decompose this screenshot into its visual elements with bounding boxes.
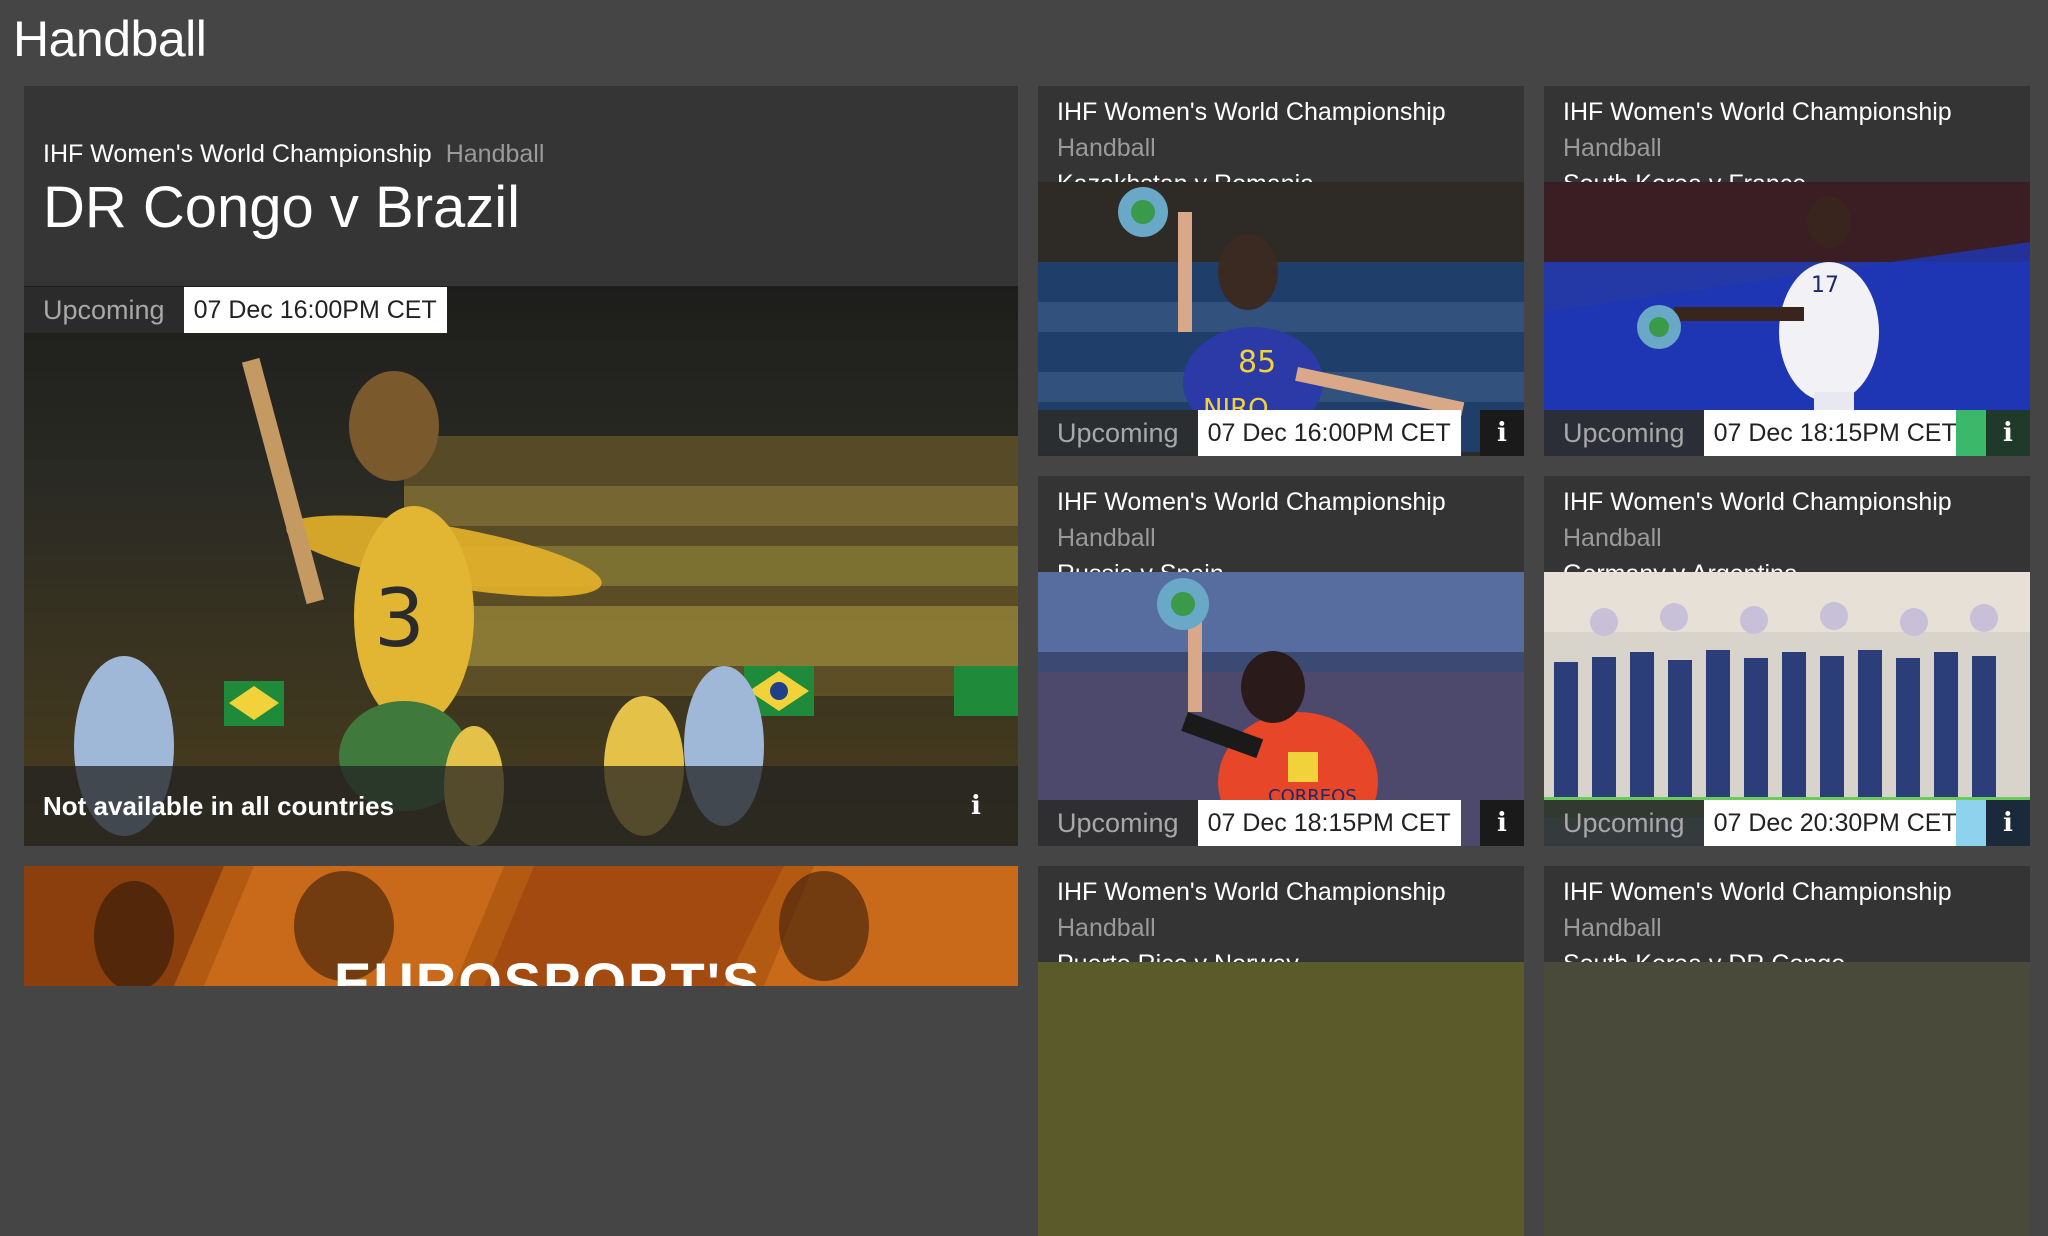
card-time: 07 Dec 18:15PM CET: [1703, 410, 1967, 456]
event-card[interactable]: IHF Women's World Championship Handball …: [1544, 476, 2030, 846]
featured-league: IHF Women's World Championship Handball: [43, 140, 544, 169]
promo-banner[interactable]: EUROSPORT'S: [24, 866, 1018, 986]
card-sport: Handball: [1563, 914, 1662, 942]
svg-text:17: 17: [1811, 273, 1839, 298]
accent-strip: [1956, 800, 1986, 846]
info-icon[interactable]: i: [1480, 800, 1524, 846]
card-league: IHF Women's World Championship: [1057, 878, 1446, 906]
event-image: [1544, 962, 2030, 1236]
event-card[interactable]: IHF Women's World Championship Handball …: [1038, 866, 1524, 1236]
card-sport: Handball: [1057, 524, 1156, 552]
featured-status-row: Upcoming 07 Dec 16:00PM CET: [24, 287, 447, 333]
featured-event-card[interactable]: IHF Women's World Championship Handball D…: [24, 86, 1018, 846]
card-league: IHF Women's World Championship: [1563, 878, 1952, 906]
card-status: Upcoming: [1544, 410, 1704, 456]
event-card[interactable]: IHF Women's World Championship Handball …: [1038, 476, 1524, 846]
card-time: 07 Dec 18:15PM CET: [1197, 800, 1461, 846]
page-title: Handball: [13, 11, 207, 67]
info-icon[interactable]: i: [1986, 800, 2030, 846]
card-sport: Handball: [1563, 134, 1662, 162]
featured-availability-bar: Not available in all countries i: [24, 766, 1018, 846]
card-status: Upcoming: [1544, 800, 1704, 846]
promo-text: EUROSPORT'S: [334, 951, 762, 986]
event-card[interactable]: IHF Women's World Championship Handball …: [1544, 866, 2030, 1236]
event-image: [1038, 962, 1524, 1236]
card-league: IHF Women's World Championship: [1057, 488, 1446, 516]
svg-text:85: 85: [1238, 345, 1276, 380]
featured-league-name: IHF Women's World Championship: [43, 140, 432, 168]
featured-event-image: 3: [24, 286, 1018, 846]
info-icon[interactable]: i: [1986, 410, 2030, 456]
featured-sport: Handball: [445, 140, 545, 168]
featured-status: Upcoming: [24, 287, 184, 333]
info-icon[interactable]: i: [1480, 410, 1524, 456]
event-card[interactable]: IHF Women's World Championship Handball …: [1544, 86, 2030, 456]
accent-strip: [1956, 410, 1986, 456]
card-status-row: Upcoming 07 Dec 18:15PM CET: [1038, 800, 1524, 846]
svg-text:3: 3: [374, 572, 425, 665]
card-sport: Handball: [1563, 524, 1662, 552]
card-sport: Handball: [1057, 134, 1156, 162]
card-league: IHF Women's World Championship: [1563, 488, 1952, 516]
card-status-row: Upcoming 07 Dec 16:00PM CET: [1038, 410, 1524, 456]
card-time: 07 Dec 16:00PM CET: [1197, 410, 1461, 456]
card-league: IHF Women's World Championship: [1563, 98, 1952, 126]
card-league: IHF Women's World Championship: [1057, 98, 1446, 126]
card-sport: Handball: [1057, 914, 1156, 942]
info-icon[interactable]: i: [954, 784, 998, 828]
featured-header: IHF Women's World Championship Handball D…: [24, 86, 1018, 286]
card-status: Upcoming: [1038, 800, 1198, 846]
featured-time: 07 Dec 16:00PM CET: [183, 287, 447, 333]
card-time: 07 Dec 20:30PM CET: [1703, 800, 1967, 846]
availability-text: Not available in all countries: [43, 790, 395, 821]
card-status: Upcoming: [1038, 410, 1198, 456]
featured-match-title: DR Congo v Brazil: [43, 175, 521, 240]
event-card[interactable]: IHF Women's World Championship Handball …: [1038, 86, 1524, 456]
